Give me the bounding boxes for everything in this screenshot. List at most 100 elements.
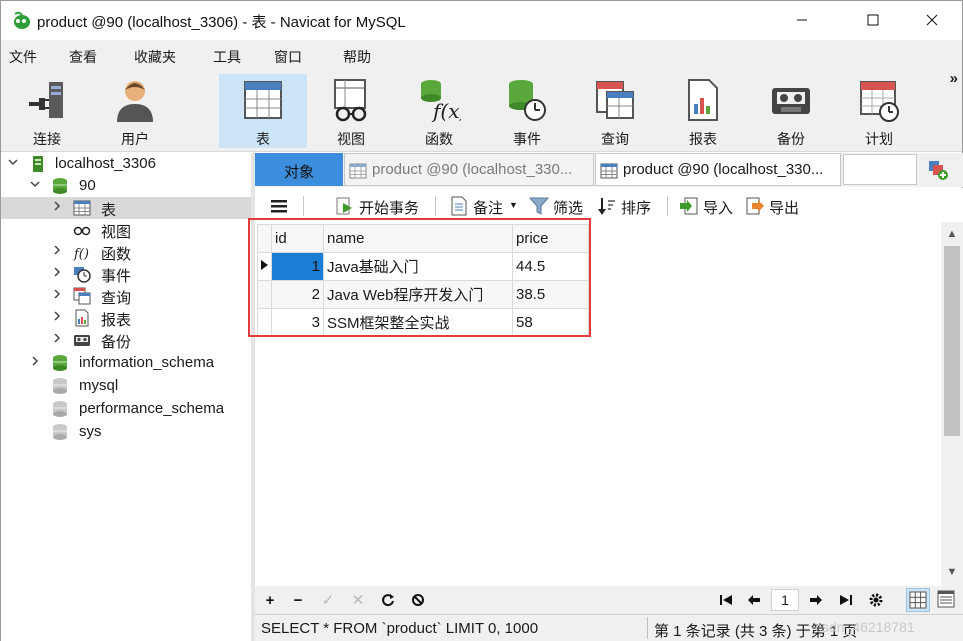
tab-objects[interactable]: 对象 (255, 153, 343, 186)
toolbar-table-button[interactable]: 表 (219, 74, 307, 148)
tree-item-information-schema[interactable]: information_schema (1, 352, 251, 374)
vertical-scrollbar[interactable]: ▲ ▼ (941, 222, 963, 586)
scrollbar-thumb[interactable] (944, 246, 960, 436)
toolbar-separator (303, 196, 304, 216)
first-page-icon[interactable] (715, 589, 737, 611)
previous-page-icon[interactable] (743, 589, 765, 611)
stop-icon[interactable] (407, 589, 429, 611)
chevron-right-icon[interactable] (51, 332, 65, 346)
tree-item-performance-schema[interactable]: performance_schema (1, 398, 251, 420)
table-icon (73, 199, 91, 217)
status-sql-text: SELECT * FROM `product` LIMIT 0, 1000 (261, 620, 539, 637)
tree-item-mysql[interactable]: mysql (1, 375, 251, 397)
apply-changes-icon[interactable]: ✓ (317, 589, 339, 611)
scroll-up-icon[interactable]: ▲ (941, 228, 963, 244)
hamburger-menu-icon[interactable] (269, 196, 291, 216)
menu-window[interactable]: 窗口 (274, 47, 302, 67)
status-bar: SELECT * FROM `product` LIMIT 0, 1000 第 … (255, 614, 963, 641)
backup-icon (73, 331, 91, 349)
toolbar-schedule-label: 计划 (865, 131, 893, 147)
add-record-icon[interactable]: + (259, 589, 281, 611)
menu-help[interactable]: 帮助 (343, 47, 371, 67)
database-icon (51, 354, 69, 372)
main-toolbar: 连接 用户 表 视图 f(x) 函数 事件 查询 (1, 70, 962, 152)
toolbar-view-button[interactable]: 视图 (307, 74, 395, 148)
last-page-icon[interactable] (835, 589, 857, 611)
begin-transaction-button[interactable]: 开始事务 (335, 196, 427, 217)
minimize-icon (797, 19, 807, 21)
chevron-right-icon[interactable] (29, 355, 43, 369)
new-tab-icon[interactable] (927, 159, 949, 181)
refresh-icon[interactable] (377, 589, 399, 611)
tab-product-1[interactable]: product @90 (localhost_330... (344, 153, 594, 186)
chevron-down-icon[interactable] (7, 156, 21, 170)
schedule-icon (857, 76, 901, 124)
close-button[interactable] (909, 1, 955, 39)
toolbar-user-button[interactable]: 用户 (91, 74, 179, 148)
menu-tools[interactable]: 工具 (213, 47, 241, 67)
tree-item-events[interactable]: 事件 (1, 263, 251, 285)
dropdown-arrow-icon[interactable]: ▼ (509, 200, 518, 210)
tree-item-db-90[interactable]: 90 (1, 175, 251, 197)
delete-record-icon[interactable]: − (287, 589, 309, 611)
toolbar-function-button[interactable]: f(x) 函数 (395, 74, 483, 148)
tree-item-localhost[interactable]: localhost_3306 (1, 153, 251, 175)
chevron-right-icon[interactable] (51, 310, 65, 324)
chevron-right-icon[interactable] (51, 288, 65, 302)
tree-item-sys[interactable]: sys (1, 421, 251, 443)
begin-transaction-icon (335, 196, 355, 216)
sort-label: 排序 (621, 200, 652, 217)
filter-button[interactable]: 筛选 (528, 196, 591, 217)
report-icon (73, 309, 91, 327)
toolbar-event-button[interactable]: 事件 (483, 74, 571, 148)
minimize-button[interactable] (779, 1, 825, 39)
database-icon (51, 400, 69, 418)
menu-file[interactable]: 文件 (9, 47, 37, 67)
chevron-right-icon[interactable] (51, 200, 65, 214)
toolbar-schedule-button[interactable]: 计划 (835, 74, 923, 148)
next-page-icon[interactable] (805, 589, 827, 611)
filter-icon (528, 196, 550, 216)
maximize-button[interactable] (850, 1, 896, 39)
chevron-down-icon[interactable] (29, 178, 43, 192)
settings-gear-icon[interactable] (865, 589, 887, 611)
toolbar-function-label: 函数 (425, 131, 453, 147)
page-number-input[interactable]: 1 (771, 589, 799, 611)
grid-view-icon[interactable] (906, 588, 930, 612)
database-icon (51, 377, 69, 395)
chevron-right-icon[interactable] (51, 244, 65, 258)
chevron-right-icon[interactable] (51, 266, 65, 280)
navigation-tree: localhost_3306 90 表 视图 f() 函数 事件 查询 报表 备… (1, 153, 251, 641)
tree-label: mysql (79, 377, 119, 394)
sort-button[interactable]: 排序 (597, 196, 657, 217)
backup-icon (769, 76, 813, 124)
toolbar-query-button[interactable]: 查询 (571, 74, 659, 148)
table-icon (241, 76, 285, 124)
tree-item-functions[interactable]: f() 函数 (1, 241, 251, 263)
close-icon (926, 14, 938, 26)
toolbar-report-button[interactable]: 报表 (659, 74, 747, 148)
tree-item-views[interactable]: 视图 (1, 219, 251, 241)
tree-item-queries[interactable]: 查询 (1, 285, 251, 307)
scroll-down-icon[interactable]: ▼ (941, 566, 963, 582)
query-icon (73, 287, 91, 305)
toolbar-overflow-chevron-icon[interactable]: » (950, 70, 958, 87)
tree-item-tables[interactable]: 表 (1, 197, 251, 219)
tree-item-backups[interactable]: 备份 (1, 329, 251, 351)
export-button[interactable]: 导出 (745, 196, 805, 217)
import-button[interactable]: 导入 (679, 196, 739, 217)
note-label: 备注 (473, 200, 504, 217)
tree-label: 函数 (101, 246, 132, 263)
menu-view[interactable]: 查看 (69, 47, 97, 67)
tree-item-reports[interactable]: 报表 (1, 307, 251, 329)
watermark-text: csdn_46218781 (815, 619, 915, 635)
note-button[interactable]: 备注 ▼ (449, 196, 521, 217)
toolbar-backup-button[interactable]: 备份 (747, 74, 835, 148)
tab-product-2[interactable]: product @90 (localhost_330... (595, 153, 841, 186)
toolbar-connection-button[interactable]: 连接 (3, 74, 91, 148)
menu-favorites[interactable]: 收藏夹 (134, 47, 176, 67)
discard-changes-icon[interactable]: ✕ (347, 589, 369, 611)
form-view-icon[interactable] (935, 588, 959, 612)
tree-label: localhost_3306 (55, 155, 156, 172)
tab-label: product @90 (localhost_330... (623, 161, 824, 178)
